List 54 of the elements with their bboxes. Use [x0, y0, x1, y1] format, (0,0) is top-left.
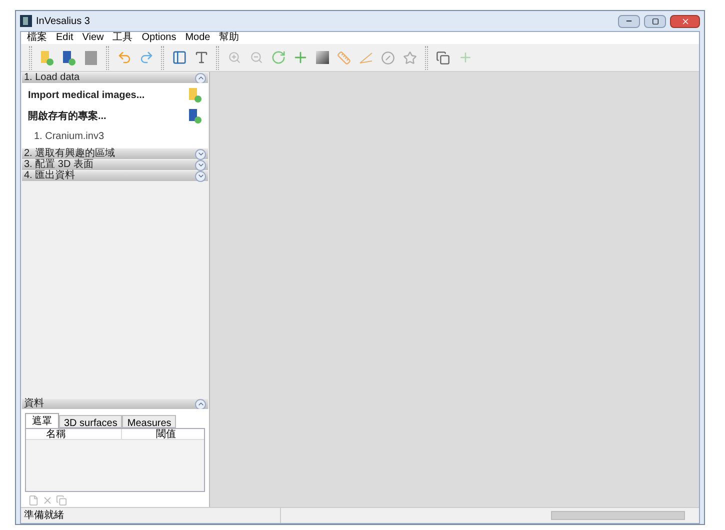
tab[interactable]: 3D surfaces	[59, 415, 122, 428]
text-icon[interactable]	[194, 50, 208, 65]
collapse-icon[interactable]	[195, 72, 206, 84]
section-header[interactable]: 1. Load data	[22, 73, 208, 83]
menu-item[interactable]: Options	[142, 32, 176, 44]
zoom-out-icon[interactable]	[250, 51, 262, 64]
menu-item[interactable]: 檔案	[27, 32, 47, 44]
recent-file-link[interactable]: 1. Cranium.inv3	[28, 129, 202, 144]
menu-item[interactable]: 工具	[112, 32, 133, 44]
contrast-icon[interactable]	[316, 51, 328, 64]
window-title: InVesalius 3	[36, 14, 90, 28]
section-header[interactable]: 3. 配置 3D 表面	[22, 160, 208, 170]
section-header[interactable]: 4. 匯出資料	[22, 171, 208, 181]
undo-icon[interactable]	[116, 50, 132, 65]
angle-icon[interactable]	[359, 52, 373, 64]
maximize-button[interactable]	[644, 14, 666, 28]
menu-item[interactable]: 幫助	[219, 32, 240, 44]
duplicate-icon[interactable]	[56, 495, 67, 506]
close-icon	[680, 16, 690, 26]
star-icon[interactable]	[403, 50, 417, 64]
close-button[interactable]	[670, 14, 700, 28]
collapse-icon[interactable]	[195, 398, 206, 410]
zoom-in-icon[interactable]	[228, 51, 240, 64]
section-title: 資料	[24, 399, 44, 409]
new-icon[interactable]	[28, 495, 39, 506]
menu-item[interactable]: Mode	[185, 32, 210, 44]
column-header: 閾值	[155, 429, 177, 439]
tab[interactable]: 遮罩	[25, 413, 59, 428]
section-title: 2. 選取有興趣的區域	[24, 149, 116, 159]
expand-icon[interactable]	[195, 148, 206, 160]
section-title: 4. 匯出資料	[24, 171, 76, 181]
maximize-icon	[652, 18, 658, 24]
section-header[interactable]: 資料	[22, 399, 208, 409]
rotate-icon[interactable]	[270, 50, 286, 65]
menu-item[interactable]: View	[82, 32, 104, 44]
action-link[interactable]: 開啟存有的專案...	[28, 108, 106, 124]
tab[interactable]: Measures	[122, 415, 176, 428]
copy-icon[interactable]	[436, 50, 450, 64]
section-header[interactable]: 2. 選取有興趣的區域	[22, 149, 208, 159]
expand-icon[interactable]	[195, 170, 206, 182]
redo-icon[interactable]	[138, 50, 154, 65]
action-link[interactable]: Import medical images...	[28, 88, 145, 102]
plus-icon[interactable]	[458, 50, 472, 65]
column-header: 名稱	[26, 429, 122, 439]
panel-icon[interactable]	[172, 50, 186, 65]
section-title: 3. 配置 3D 表面	[24, 160, 94, 170]
status-text: 準備就緒	[21, 508, 281, 523]
section-title: 1. Load data	[24, 73, 80, 83]
expand-icon[interactable]	[195, 160, 206, 170]
menu-item[interactable]: Edit	[56, 32, 74, 44]
app-logo-icon	[20, 15, 32, 27]
ruler-icon[interactable]	[337, 50, 351, 64]
no-entry-icon[interactable]	[381, 50, 395, 64]
delete-icon[interactable]	[42, 495, 53, 506]
